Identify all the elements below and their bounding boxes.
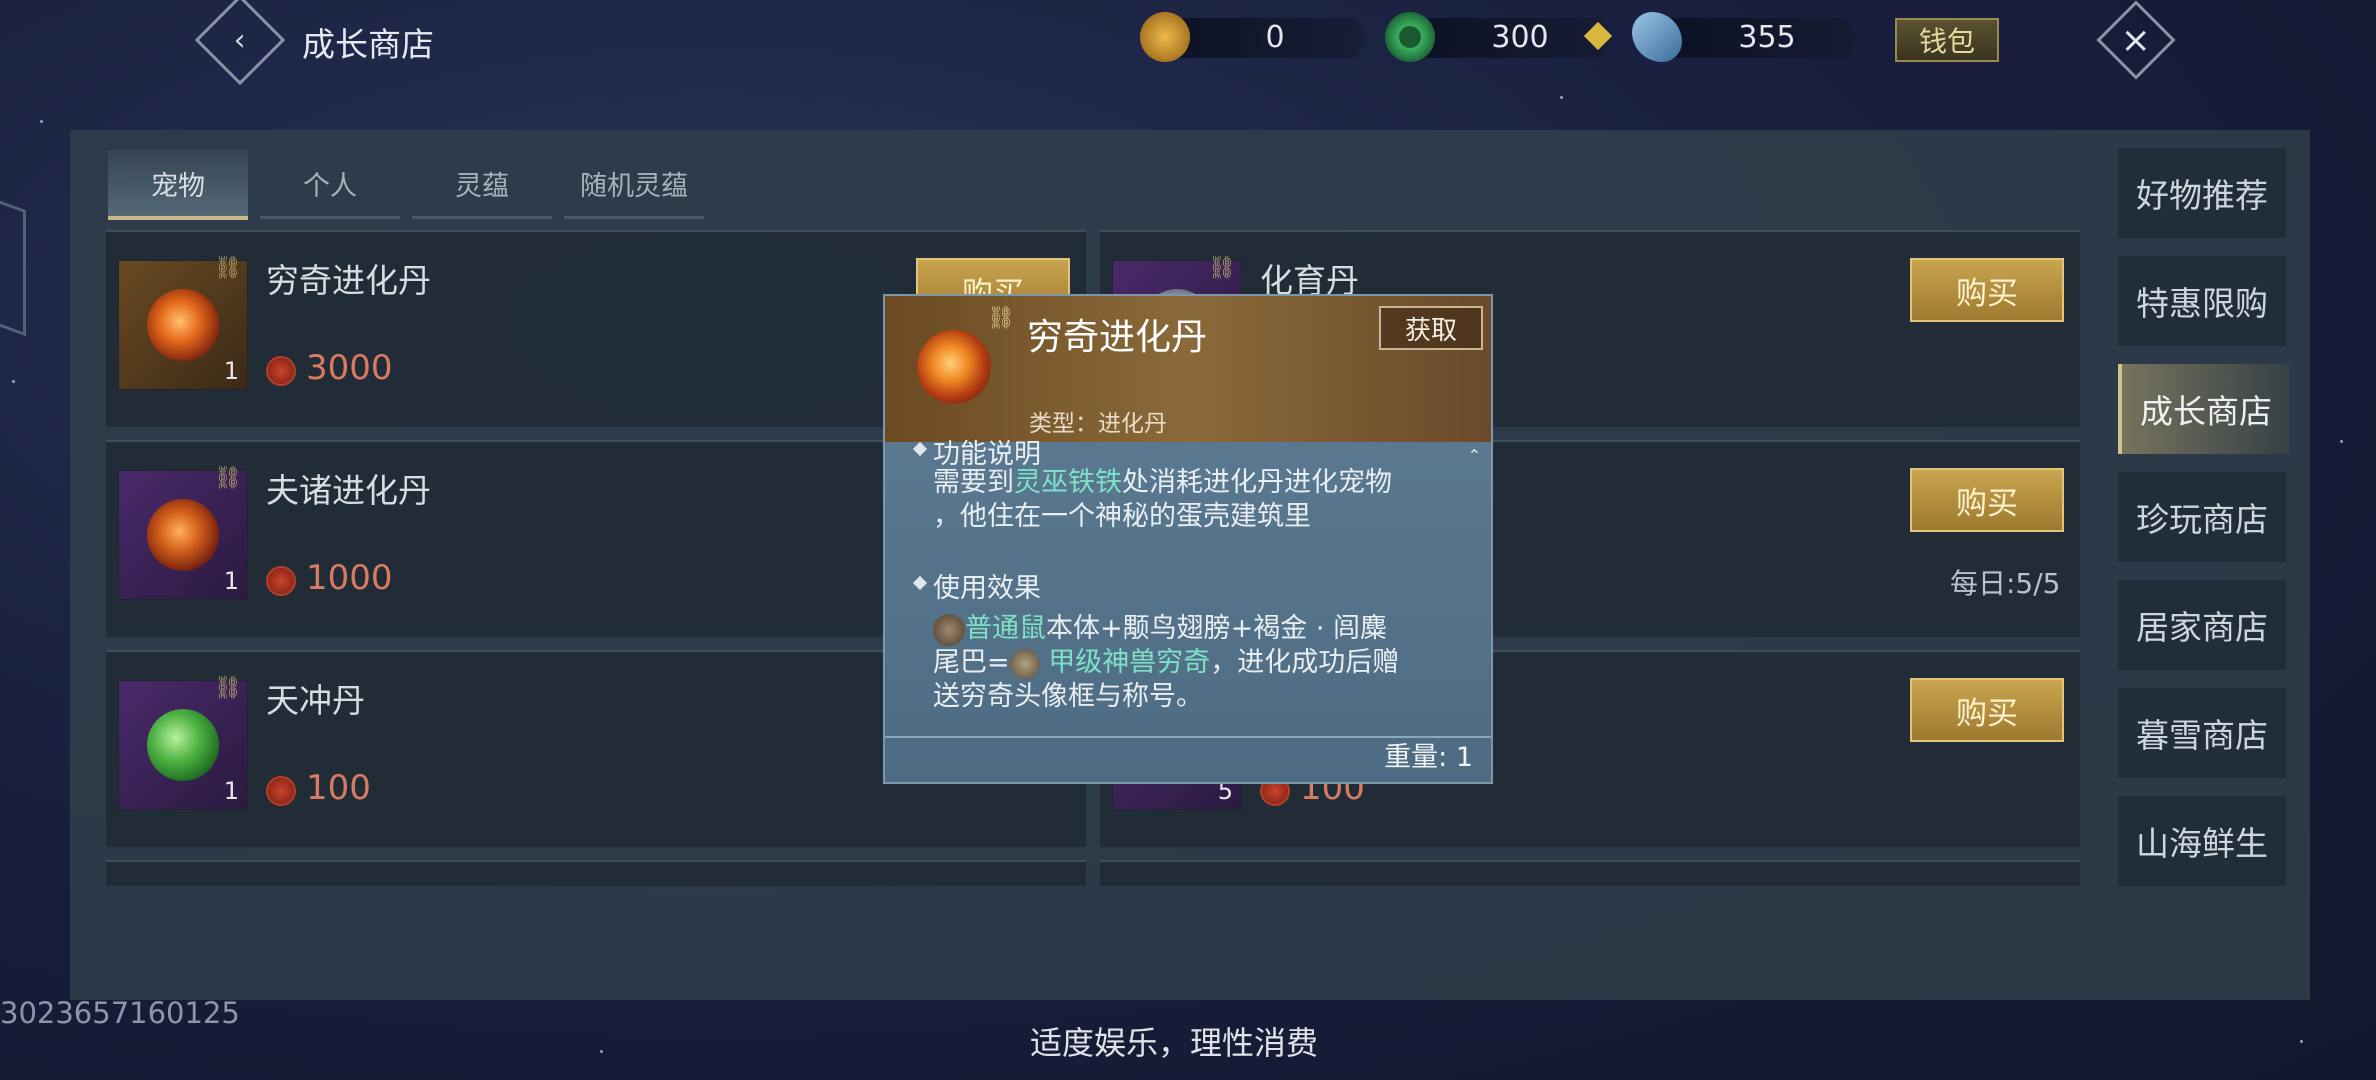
item-price: 100 — [306, 768, 371, 808]
item-price: 3000 — [306, 348, 393, 388]
tab-lingyun[interactable]: 灵蕴 — [412, 150, 552, 219]
pet-avatar-icon — [933, 613, 965, 646]
bullet-icon — [912, 441, 928, 457]
item-price: 1000 — [306, 558, 393, 598]
item-name: 天冲丹 — [266, 681, 365, 720]
npc-link[interactable]: 灵巫铁铁 — [1014, 467, 1122, 498]
gold-pouch-icon — [1140, 12, 1190, 62]
link-icon: ⛓ — [1208, 256, 1236, 281]
currency-crystal-value: 355 — [1738, 20, 1796, 55]
top-bar: ‹ 成长商店 0 300 355 钱包 × — [0, 0, 2376, 86]
jade-coin-icon — [1385, 12, 1435, 62]
coin-icon — [266, 566, 296, 596]
item-quantity: 1 — [223, 567, 239, 595]
currency-jade-value: 300 — [1491, 20, 1549, 55]
coin-icon — [266, 776, 296, 806]
link-icon: ⛓ — [214, 676, 242, 701]
tab-personal[interactable]: 个人 — [260, 150, 400, 219]
wallet-button[interactable]: 钱包 — [1895, 18, 1999, 62]
side-decoration — [0, 189, 26, 337]
buy-button[interactable]: 购买 — [1910, 468, 2064, 532]
item-weight: 重量: 1 — [1384, 742, 1473, 773]
coin-icon — [266, 356, 296, 386]
nav-snow-shop[interactable]: 暮雪商店 — [2118, 688, 2286, 778]
get-button[interactable]: 获取 — [1379, 306, 1483, 350]
currency-crystal: 355 — [1632, 12, 1862, 64]
tooltip-header: ⛓ 穷奇进化丹 获取 类型：进化丹 — [885, 296, 1491, 442]
item-orb-icon — [917, 330, 991, 404]
link-icon: ⛓ — [214, 256, 242, 281]
shop-item-card-partial — [106, 860, 1086, 886]
scroll-up-icon[interactable]: ⌃ — [1468, 446, 1481, 465]
nav-recommend[interactable]: 好物推荐 — [2118, 148, 2286, 238]
currency-gold-value: 0 — [1265, 20, 1285, 55]
item-quantity: 1 — [223, 357, 239, 385]
footer-note: 适度娱乐，理性消费 — [1030, 1024, 1319, 1062]
buy-button[interactable]: 购买 — [1910, 258, 2064, 322]
nav-limited-offer[interactable]: 特惠限购 — [2118, 256, 2286, 346]
nav-treasure-shop[interactable]: 珍玩商店 — [2118, 472, 2286, 562]
currency-gold: 0 — [1140, 12, 1370, 64]
link-icon: ⛓ — [214, 466, 242, 491]
shop-item-card-partial — [1100, 860, 2080, 886]
nav-growth-shop[interactable]: 成长商店 — [2118, 364, 2290, 454]
tooltip-title: 穷奇进化丹 — [1027, 317, 1208, 358]
currency-jade: 300 — [1385, 12, 1615, 64]
daily-limit: 每日:5/5 — [1950, 567, 2061, 600]
page-title: 成长商店 — [302, 25, 434, 64]
item-name: 夫诸进化丹 — [266, 471, 431, 510]
item-quantity: 1 — [223, 777, 239, 805]
section-title: 使用效果 — [933, 573, 1041, 604]
buy-button[interactable]: 购买 — [1910, 678, 2064, 742]
section-text: 普通鼠本体+颙鸟翅膀+褐金 · 闾麋 尾巴= 甲级神兽穷奇，进化成功后赠 送穷奇… — [933, 613, 1400, 712]
close-button[interactable]: × — [2096, 0, 2176, 80]
user-id: 3023657160125 — [0, 996, 240, 1030]
tooltip-type: 类型：进化丹 — [1029, 411, 1167, 437]
beast-avatar-icon — [1009, 648, 1040, 679]
tab-pet[interactable]: 宠物 — [108, 150, 248, 220]
section-text: 需要到灵巫铁铁处消耗进化丹进化宠物 ，他住在一个神秘的蛋壳建筑里 — [933, 467, 1392, 532]
item-name: 穷奇进化丹 — [266, 261, 431, 300]
nav-home-shop[interactable]: 居家商店 — [2118, 580, 2286, 670]
chevron-left-icon: ‹ — [234, 22, 246, 58]
back-button[interactable]: ‹ — [194, 0, 286, 86]
tab-random-lingyun[interactable]: 随机灵蕴 — [564, 150, 704, 219]
close-icon: × — [2120, 19, 2152, 61]
item-tooltip: ⛓ 穷奇进化丹 获取 类型：进化丹 ⌃ 功能说明 需要到灵巫铁铁处消耗进化丹进化… — [883, 294, 1493, 784]
bullet-icon — [912, 575, 928, 591]
nav-fresh-shop[interactable]: 山海鲜生 — [2118, 796, 2286, 886]
link-icon: ⛓ — [987, 306, 1015, 331]
